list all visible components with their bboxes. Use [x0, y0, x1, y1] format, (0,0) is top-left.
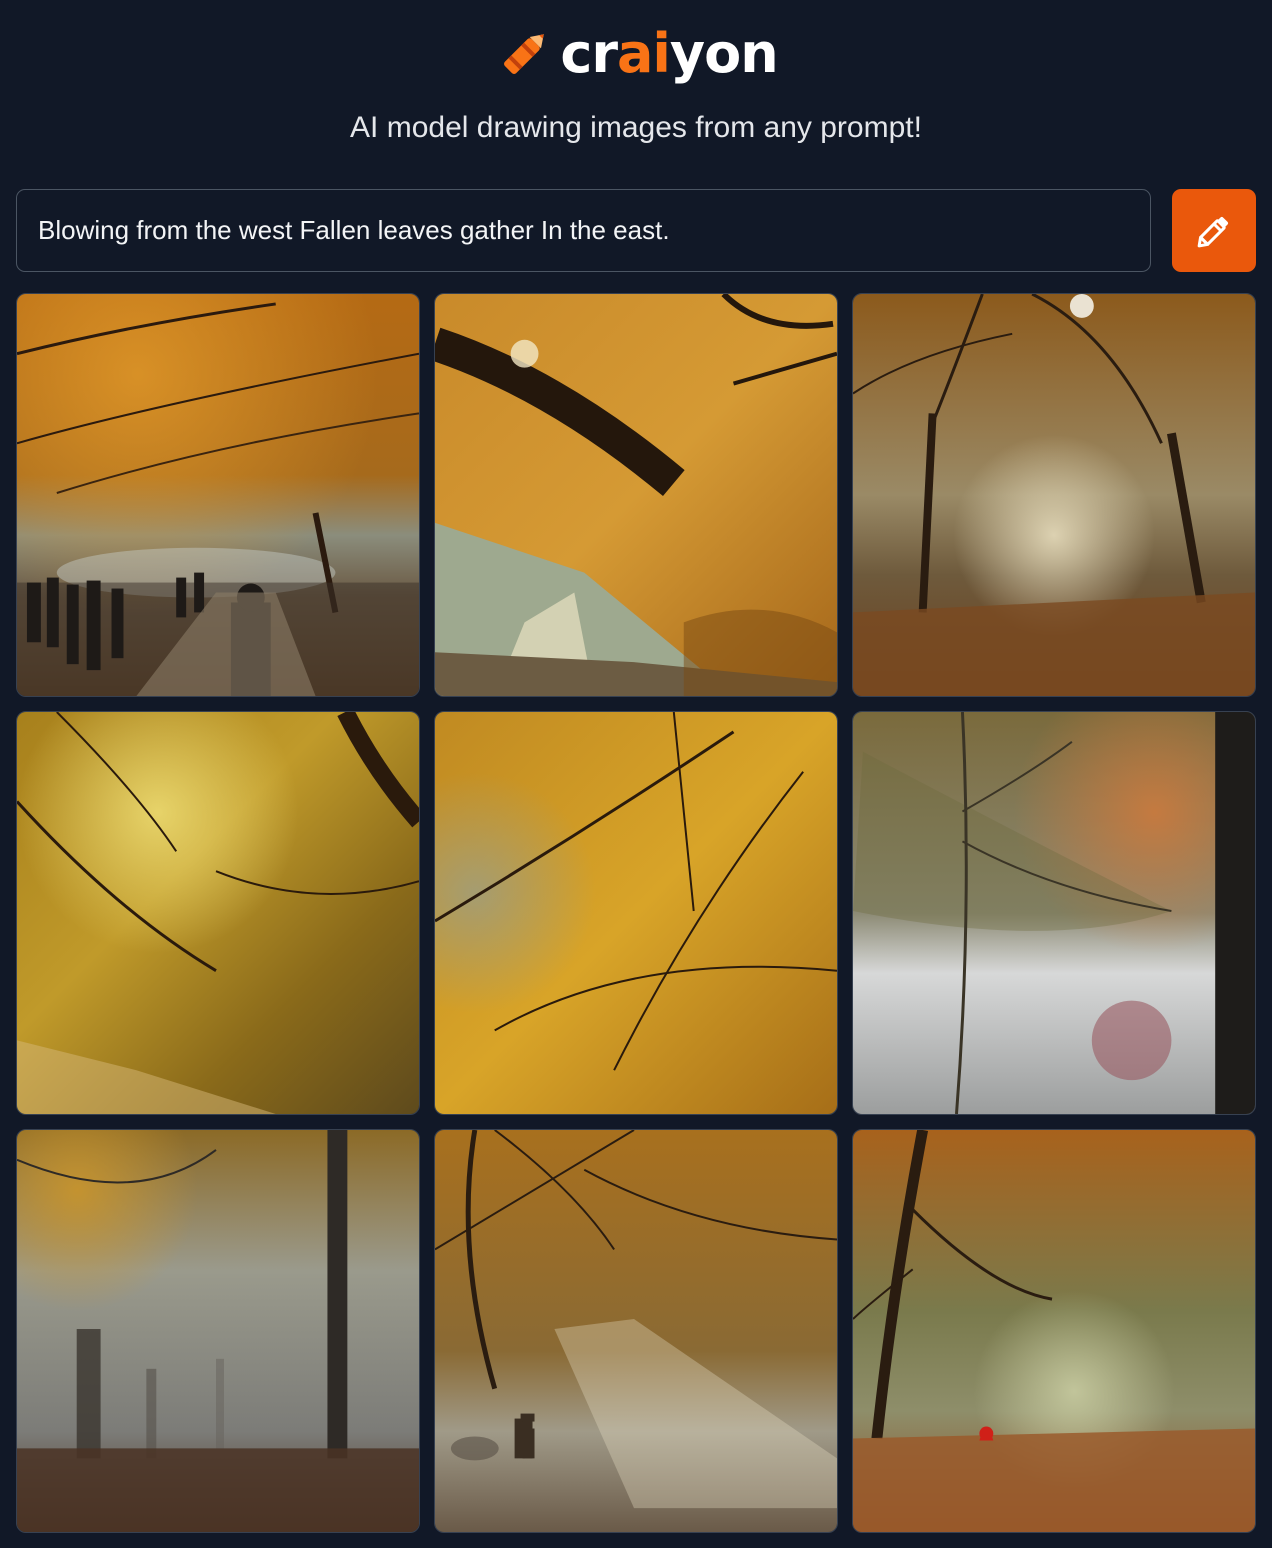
logo-text-start: cr [560, 22, 618, 85]
pencil-icon [1197, 216, 1229, 247]
result-image-8[interactable] [434, 1129, 838, 1533]
logo-text-accent: ai [616, 22, 671, 85]
result-image-4[interactable] [16, 711, 420, 1115]
result-image-7[interactable] [16, 1129, 420, 1533]
result-image-5[interactable] [434, 711, 838, 1115]
prompt-input-value: Blowing from the west Fallen leaves gath… [38, 215, 670, 245]
draw-button[interactable] [1172, 189, 1256, 272]
results-grid [16, 293, 1256, 1533]
craiyon-page: craiyon AI model drawing images from any… [0, 0, 1272, 1548]
logo-text-end: yon [669, 22, 779, 85]
craiyon-logo[interactable]: craiyon [0, 14, 1272, 94]
result-image-3[interactable] [852, 293, 1256, 697]
crayon-logo-icon [504, 34, 545, 74]
prompt-input[interactable]: Blowing from the west Fallen leaves gath… [16, 189, 1151, 272]
tagline: AI model drawing images from any prompt! [350, 111, 922, 144]
result-image-1[interactable] [16, 293, 420, 697]
result-image-2[interactable] [434, 293, 838, 697]
result-image-9[interactable] [852, 1129, 1256, 1533]
logo-wordmark: craiyon [560, 27, 778, 81]
result-image-6[interactable] [852, 711, 1256, 1115]
